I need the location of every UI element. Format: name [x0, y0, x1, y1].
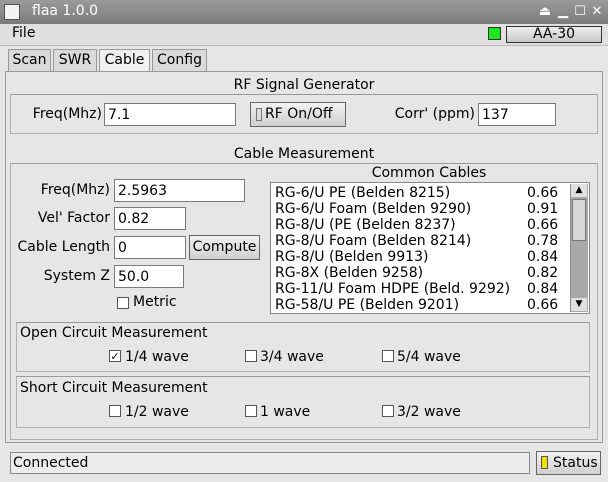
list-item[interactable]: RG-8/U (Belden 9913) 0.84 [275, 249, 575, 265]
cable-vf: 0.84 [527, 249, 559, 265]
rf-on-off-label: RF On/Off [265, 106, 333, 122]
rf-status-indicator [256, 108, 262, 121]
tab-config[interactable]: Config [152, 49, 207, 71]
tab-swr[interactable]: SWR [53, 49, 97, 71]
status-text: Connected [10, 452, 530, 474]
menu-file[interactable]: File [12, 25, 35, 41]
half-wave-label: 1/2 wave [125, 404, 189, 420]
cable-measurement-title: Cable Measurement [233, 146, 375, 162]
cable-name: RG-8/U (Belden 9913) [275, 249, 429, 265]
list-item[interactable]: RG-6/U Foam (Belden 9290) 0.91 [275, 201, 575, 217]
one-wave-checkbox[interactable] [245, 405, 257, 417]
three-quarter-wave-label: 3/4 wave [260, 349, 324, 365]
cable-vf: 0.66 [527, 297, 559, 313]
close-icon[interactable]: ✕ [587, 3, 607, 21]
common-cables-list[interactable]: RG-6/U PE (Belden 8215) 0.66 RG-6/U Foam … [270, 182, 590, 314]
list-item[interactable]: RG-8/U (PE (Belden 8237) 0.66 [275, 217, 575, 233]
app-icon [4, 4, 20, 20]
cable-vf: 0.78 [527, 233, 559, 249]
cable-vf: 0.82 [527, 265, 559, 281]
cable-freq-input[interactable] [114, 179, 245, 202]
tab-scan[interactable]: Scan [8, 49, 51, 71]
rf-on-off-button[interactable]: RF On/Off [250, 102, 346, 127]
scroll-down-icon[interactable]: ▼ [571, 298, 587, 311]
list-item[interactable]: RG-8X (Belden 9258) 0.82 [275, 265, 575, 281]
short-circuit-title: Short Circuit Measurement [20, 380, 208, 396]
vel-factor-input[interactable] [114, 207, 186, 230]
cable-name: RG-6/U PE (Belden 8215) [275, 185, 451, 201]
shade-icon[interactable]: ⏏ [535, 3, 555, 21]
five-quarter-wave-checkbox[interactable] [382, 350, 394, 362]
three-quarter-wave-checkbox[interactable] [245, 350, 257, 362]
corr-ppm-input[interactable] [478, 103, 556, 126]
common-cables-title: Common Cables [371, 165, 487, 181]
cable-length-input[interactable] [114, 236, 186, 259]
list-item[interactable]: RG-6/U PE (Belden 8215) 0.66 [275, 185, 575, 201]
cable-name: RG-6/U Foam (Belden 9290) [275, 201, 472, 217]
tab-cable[interactable]: Cable [99, 49, 150, 72]
half-wave-checkbox[interactable] [109, 405, 121, 417]
corr-label: Corr' (ppm) [394, 106, 475, 122]
device-select-button[interactable]: AA-30 [506, 26, 602, 43]
cable-freq-label: Freq(Mhz) [40, 182, 110, 198]
cable-vf: 0.84 [527, 281, 559, 297]
cable-name: RG-8/U Foam (Belden 8214) [275, 233, 472, 249]
three-half-wave-label: 3/2 wave [397, 404, 461, 420]
cable-vf: 0.91 [527, 201, 559, 217]
list-item[interactable]: RG-58/U PE (Belden 9201) 0.66 [275, 297, 575, 313]
metric-checkbox[interactable] [117, 297, 129, 309]
vel-factor-label: Vel' Factor [37, 210, 110, 226]
rf-freq-input[interactable] [104, 103, 236, 126]
window-title: flaa 1.0.0 [32, 3, 99, 19]
list-item[interactable]: RG-11/U Foam HDPE (Beld. 9292) 0.84 [275, 281, 575, 297]
cable-name: RG-8/U (PE (Belden 8237) [275, 217, 456, 233]
three-half-wave-checkbox[interactable] [382, 405, 394, 417]
status-led [541, 456, 548, 469]
metric-label: Metric [133, 294, 177, 310]
system-z-label: System Z [43, 268, 110, 284]
rf-freq-label: Freq(Mhz) [32, 106, 102, 122]
cable-vf: 0.66 [527, 185, 559, 201]
cable-name: RG-58/U PE (Belden 9201) [275, 297, 460, 313]
system-z-input[interactable] [114, 265, 184, 288]
open-circuit-title: Open Circuit Measurement [20, 325, 208, 341]
device-status-led [488, 27, 501, 40]
list-item[interactable]: RG-8/U Foam (Belden 8214) 0.78 [275, 233, 575, 249]
rf-generator-title: RF Signal Generator [233, 77, 375, 93]
scroll-thumb[interactable] [572, 199, 586, 241]
scroll-up-icon[interactable]: ▲ [571, 184, 587, 197]
cable-name: RG-11/U Foam HDPE (Beld. 9292) [275, 281, 511, 297]
five-quarter-wave-label: 5/4 wave [397, 349, 461, 365]
cable-name: RG-8X (Belden 9258) [275, 265, 424, 281]
cable-length-label: Cable Length [17, 239, 110, 255]
cable-vf: 0.66 [527, 217, 559, 233]
compute-button[interactable]: Compute [189, 235, 260, 260]
one-wave-label: 1 wave [260, 404, 311, 420]
quarter-wave-checkbox[interactable]: ✓ [109, 350, 121, 362]
quarter-wave-label: 1/4 wave [125, 349, 189, 365]
